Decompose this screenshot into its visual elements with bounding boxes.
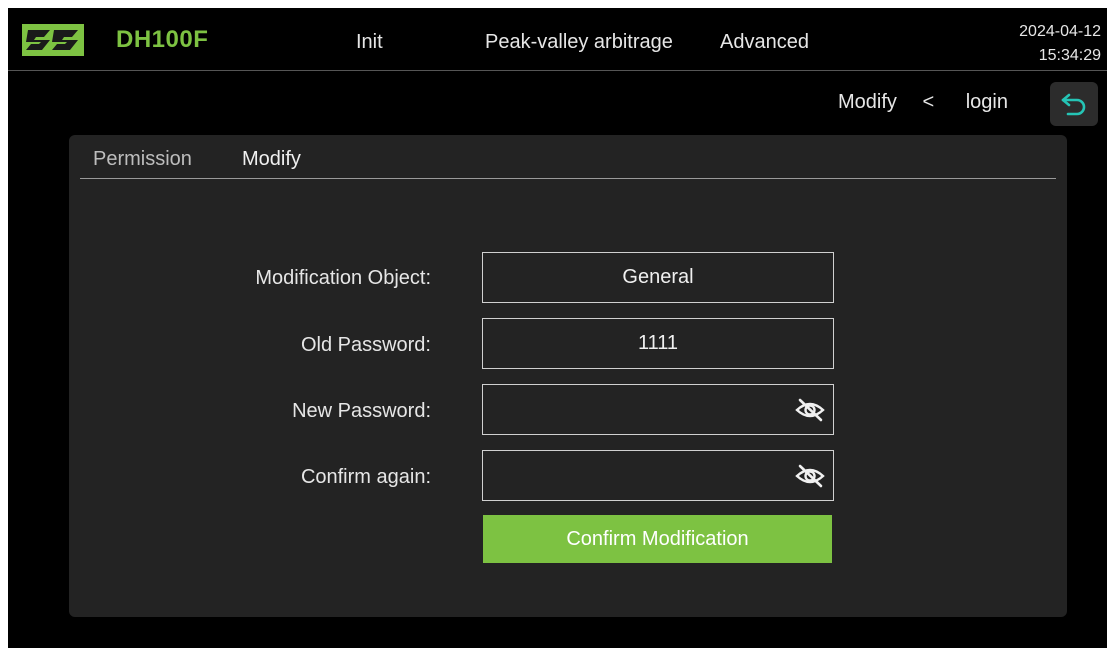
- modification-object-field[interactable]: General: [482, 252, 834, 303]
- confirm-password-label: Confirm again:: [300, 466, 431, 488]
- confirm-password-field[interactable]: [482, 450, 834, 501]
- nav-peak-valley-arbitrage[interactable]: Peak-valley arbitrage: [485, 31, 673, 54]
- breadcrumb-login[interactable]: login: [966, 91, 1008, 114]
- old-password-field[interactable]: 1111: [482, 318, 834, 369]
- nav-advanced[interactable]: Advanced: [720, 31, 809, 54]
- old-password-value: 1111: [637, 332, 679, 354]
- breadcrumb-current: Modify: [838, 91, 897, 113]
- old-password-label: Old Password:: [300, 334, 431, 356]
- time-text: 15:34:29: [1038, 47, 1101, 64]
- nav-init[interactable]: Init: [356, 31, 383, 54]
- modification-object-value: General: [622, 266, 694, 288]
- tab-permission[interactable]: Permission: [93, 148, 192, 171]
- breadcrumb: Modify < login: [838, 91, 1008, 114]
- new-password-label: New Password:: [292, 400, 431, 422]
- tab-modify[interactable]: Modify: [242, 148, 301, 171]
- new-password-field[interactable]: [482, 384, 834, 435]
- datetime: 2024-04-12 15:34:29: [1019, 20, 1101, 68]
- modification-object-label: Modification Object:: [255, 267, 431, 289]
- brand-logo: [22, 24, 84, 56]
- eye-slash-icon[interactable]: [795, 463, 825, 489]
- top-bar: DH100F Init Peak-valley arbitrage Advanc…: [8, 8, 1107, 71]
- app-title: DH100F: [116, 26, 209, 53]
- breadcrumb-separator: <: [922, 91, 935, 113]
- tab-bar: Permission Modify: [80, 135, 1056, 179]
- app-screen: DH100F Init Peak-valley arbitrage Advanc…: [8, 8, 1107, 648]
- modify-panel: Permission Modify Modification Object: G…: [69, 135, 1067, 617]
- confirm-modification-button[interactable]: Confirm Modification: [483, 515, 832, 563]
- eye-slash-icon[interactable]: [795, 397, 825, 423]
- date-text: 2024-04-12: [1019, 23, 1101, 40]
- back-button[interactable]: [1050, 82, 1098, 126]
- return-arrow-icon: [1061, 93, 1086, 116]
